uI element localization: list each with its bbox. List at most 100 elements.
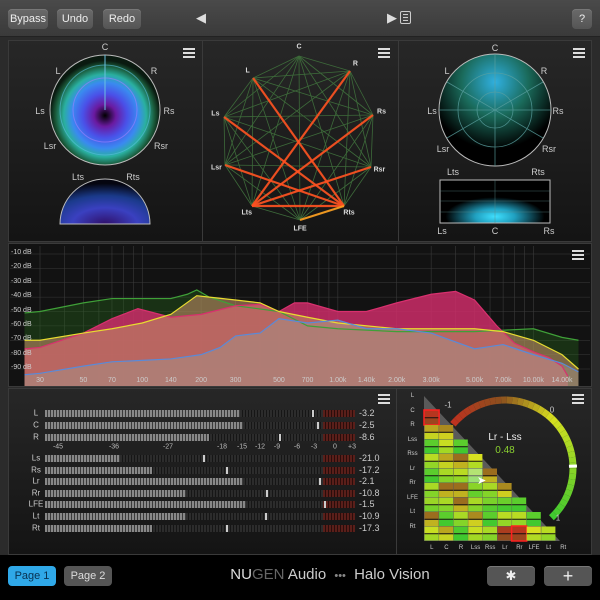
add-button[interactable]: +: [544, 566, 592, 586]
gauge-max-label: 1: [555, 513, 561, 523]
matrix-column-label: Rss: [485, 545, 496, 551]
db-axis-label: -60 dB: [11, 320, 32, 328]
matrix-cell-lower: [497, 534, 512, 541]
menu-icon[interactable]: [572, 250, 584, 260]
meter-channel-label: Ls: [31, 453, 41, 463]
meter-red-zone: [323, 409, 355, 417]
graphics-layer: [10, 53, 590, 542]
meter-level-fill: [45, 421, 243, 429]
matrix-cell-lower: [468, 505, 483, 512]
channel-label-c-bottom: C: [491, 226, 499, 236]
web-node-label-lsr: Lsr: [211, 164, 222, 172]
channel-label-l: L: [444, 66, 450, 76]
matrix-cell-lower: [439, 534, 454, 541]
correlation-matrix: [423, 396, 560, 542]
matrix-cell-lower: [439, 461, 454, 468]
meter-scale-label: -18: [216, 443, 228, 451]
meter-level-fill: [45, 524, 153, 532]
matrix-cell-lower: [439, 505, 454, 512]
matrix-cell-lower: [541, 534, 556, 541]
frequency-axis-label: 200: [195, 377, 207, 384]
matrix-cell-lower: [526, 519, 541, 526]
gauge-arc-segment: [548, 511, 558, 521]
web-link: [223, 116, 253, 207]
matrix-cell-lower: [512, 534, 527, 541]
meter-peak-marker: [265, 489, 268, 497]
brand-title: NUGEN Audio ••• Halo Vision: [200, 566, 460, 583]
matrix-row-label: Rr: [409, 480, 416, 487]
channel-label-r: R: [150, 66, 158, 76]
meter-level-fill: [45, 454, 120, 462]
web-active-link: [251, 165, 372, 208]
matrix-row-label: Lt: [409, 509, 416, 516]
meter-scale-label: -12: [254, 443, 266, 451]
matrix-cell-lower: [439, 519, 454, 526]
matrix-cell-lower: [424, 534, 439, 541]
channel-label-rts: Rts: [126, 172, 140, 182]
matrix-column-label: LFE: [528, 545, 540, 551]
meter-scale-label: -27: [162, 443, 174, 451]
matrix-cell-lower: [439, 490, 454, 497]
frequency-axis-label: 140: [164, 377, 177, 384]
gauge-arc-segment: [559, 498, 568, 507]
gauge-arc-segment: [541, 408, 550, 418]
page-2-tab[interactable]: Page 2: [64, 566, 112, 586]
channel-label-rsr: Rsr: [154, 141, 168, 151]
web-link: [252, 77, 374, 116]
channel-label-rs: Rs: [163, 106, 175, 116]
frequency-axis-label: 5.00k: [465, 377, 484, 384]
meter-scale-label: -6: [293, 443, 301, 451]
gauge-arc-segment: [462, 406, 472, 416]
gauge-arc-segment: [522, 399, 530, 408]
meter-scale-label: -36: [108, 443, 120, 451]
meter-red-zone: [323, 524, 355, 532]
page-1-tab[interactable]: Page 1: [8, 566, 56, 586]
gauge-arc-segment: [559, 429, 569, 438]
matrix-cell-lower: [424, 432, 439, 439]
channel-label-r: R: [540, 66, 548, 76]
level-meter-lt: [45, 512, 355, 520]
gauge-arc-segment: [458, 410, 468, 420]
channel-label-c: C: [101, 42, 109, 52]
web-link: [370, 114, 374, 168]
matrix-column-label: Rr: [516, 545, 523, 551]
matrix-cell-lower: [512, 519, 527, 526]
matrix-row-label: Rt: [409, 523, 416, 530]
matrix-cell-lower: [482, 519, 497, 526]
gauge-arc-segment: [472, 401, 481, 411]
web-link: [224, 70, 351, 166]
meter-peak-value: -2.1: [359, 476, 375, 486]
web-link: [224, 55, 300, 166]
db-axis-label: -80 dB: [11, 349, 32, 357]
web-link: [223, 114, 374, 118]
frequency-axis-label: 70: [108, 377, 116, 384]
matrix-cell-lower: [453, 476, 468, 483]
web-link: [252, 70, 351, 79]
matrix-row-label: R: [410, 422, 415, 429]
channel-label-rts: Rts: [531, 167, 545, 177]
matrix-cell-lower: [424, 476, 439, 483]
web-link: [251, 77, 254, 207]
meter-channel-label: Lr: [32, 476, 40, 486]
web-node-label-r: R: [352, 60, 358, 68]
gauge-arc-segment: [532, 403, 541, 412]
channel-label-rs-bottom: Rs: [543, 226, 555, 236]
frequency-axis-label: 300: [229, 377, 242, 384]
matrix-cell-lower: [453, 519, 468, 526]
matrix-column-label: Rt: [560, 545, 567, 551]
meter-peak-value: -2.5: [359, 420, 375, 430]
gauge-arc-segment: [483, 398, 491, 407]
gauge-arc-segment: [454, 413, 464, 423]
selected-pair-label: Lr - Lss: [488, 432, 522, 443]
web-node-label-lfe: LFE: [293, 225, 307, 233]
matrix-cell-lower: [497, 505, 512, 512]
settings-button[interactable]: ✱: [487, 566, 535, 586]
matrix-column-label: Lr: [502, 545, 508, 551]
db-axis-label: -40 dB: [11, 292, 32, 300]
web-link: [223, 55, 300, 118]
level-meter-rs: [45, 466, 355, 474]
web-node-label-c: C: [296, 43, 302, 51]
channel-label-ls: Ls: [35, 106, 45, 116]
matrix-cell-lower: [453, 505, 468, 512]
channel-label-ls-bottom: Ls: [437, 226, 447, 236]
